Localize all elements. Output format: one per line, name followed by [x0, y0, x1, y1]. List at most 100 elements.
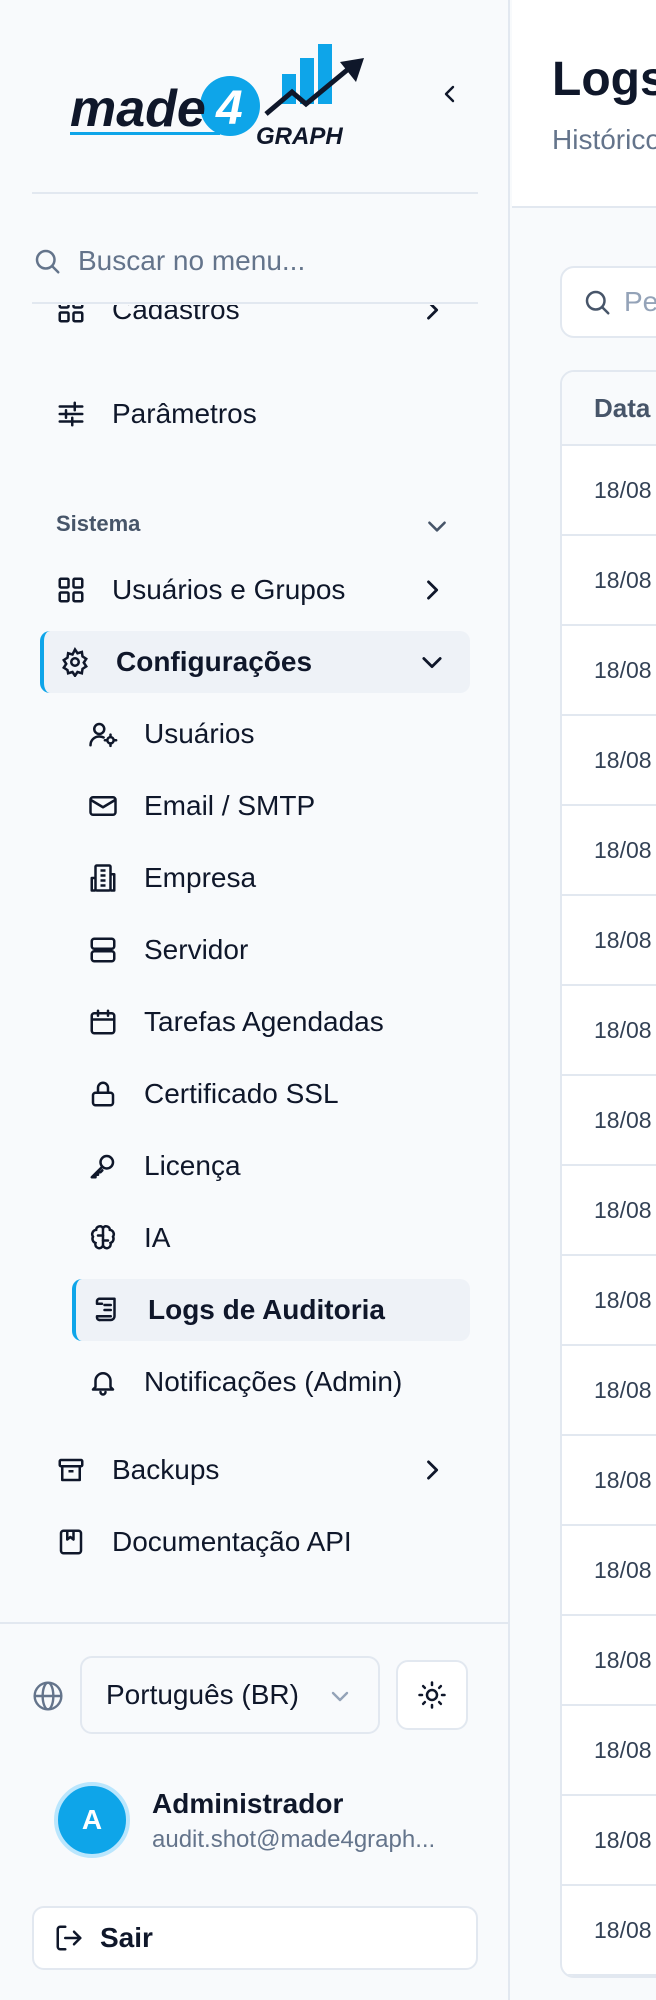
sidebar-item-label: Empresa — [144, 862, 257, 893]
grid-icon — [58, 577, 84, 603]
menu-search-input[interactable] — [78, 245, 458, 277]
archive-icon — [58, 1458, 84, 1482]
table-row[interactable]: 18/08 — [562, 1346, 656, 1436]
language-value: Português (BR) — [106, 1679, 299, 1710]
chevron-down-icon — [331, 1691, 349, 1702]
sidebar-item-label: Email / SMTP — [144, 790, 316, 821]
gear-icon — [62, 647, 88, 677]
chevron-left-icon — [444, 85, 455, 103]
table-row[interactable]: 18/08 — [562, 1076, 656, 1166]
section-label-sistema: Sistema — [56, 511, 141, 536]
sidebar-item-ia[interactable]: IA — [72, 1207, 470, 1269]
table-row[interactable]: 18/08 — [562, 1526, 656, 1616]
sidebar-item-tarefas-agendadas[interactable]: Tarefas Agendadas — [72, 991, 470, 1053]
sidebar-item-label: IA — [144, 1222, 171, 1253]
sidebar-item-label: Usuários — [144, 718, 255, 749]
book-icon — [59, 1529, 83, 1555]
sidebar-item-cadastros[interactable]: Cadastros — [40, 305, 470, 341]
sidebar-item-label: Usuários e Grupos — [112, 574, 346, 605]
sidebar-item-label: Notificações (Admin) — [144, 1366, 403, 1397]
page-header: Logs Histórico — [512, 0, 656, 208]
search-icon — [35, 249, 60, 274]
table-header-date[interactable]: Data — [562, 372, 656, 446]
key-icon — [90, 1154, 115, 1179]
table-row[interactable]: 18/08 — [562, 1706, 656, 1796]
language-select[interactable]: Português (BR) — [80, 1656, 380, 1734]
sidebar-item-label: Documentação API — [112, 1526, 352, 1557]
sidebar-item-notificacoes-admin[interactable]: Notificações (Admin) — [72, 1351, 470, 1413]
logs-search[interactable] — [560, 266, 656, 338]
logs-search-input[interactable] — [624, 286, 656, 318]
sidebar-item-certificado-ssl[interactable]: Certificado SSL — [72, 1063, 470, 1125]
user-email: audit.shot@made4graph... — [152, 1826, 436, 1853]
sidebar-nav: Cadastros Parâmetros Sistema Usuários e … — [0, 305, 510, 1620]
sliders-icon — [58, 401, 84, 427]
divider — [32, 302, 478, 304]
table-row[interactable]: 18/08 — [562, 1796, 656, 1886]
chevron-down-icon — [422, 657, 442, 669]
sidebar: 4 made GRAPH Cadastros Parâmetros Sistem… — [0, 0, 510, 2000]
sidebar-item-servidor[interactable]: Servidor — [72, 919, 470, 981]
divider — [0, 1622, 510, 1624]
menu-search[interactable] — [32, 236, 478, 286]
server-icon — [90, 937, 116, 963]
divider — [32, 192, 478, 194]
sidebar-item-documentacao-api[interactable]: Documentação API — [40, 1511, 470, 1573]
sidebar-item-label: Cadastros — [112, 305, 240, 325]
search-icon — [585, 290, 610, 315]
sidebar-item-label: Licença — [144, 1150, 241, 1181]
sidebar-item-parametros[interactable]: Parâmetros — [40, 383, 470, 445]
table-row[interactable]: 18/08 — [562, 446, 656, 536]
table-row[interactable]: 18/08 — [562, 896, 656, 986]
table-row[interactable]: 18/08 — [562, 1166, 656, 1256]
chevron-right-icon — [427, 580, 439, 600]
mail-icon — [89, 796, 117, 816]
chevron-right-icon — [427, 1460, 439, 1480]
svg-text:GRAPH: GRAPH — [256, 123, 343, 150]
sidebar-item-label: Tarefas Agendadas — [144, 1006, 384, 1037]
bell-icon — [91, 1372, 115, 1396]
page-subtitle: Histórico — [552, 124, 656, 155]
sidebar-item-label: Logs de Auditoria — [148, 1294, 385, 1325]
sidebar-item-label: Parâmetros — [112, 398, 257, 429]
sidebar-item-usuarios[interactable]: Usuários — [72, 703, 470, 765]
brain-icon — [90, 1225, 116, 1250]
sidebar-item-usuarios-grupos[interactable]: Usuários e Grupos — [40, 559, 470, 621]
table-row[interactable]: 18/08 — [562, 1256, 656, 1346]
sidebar-item-logs-auditoria[interactable]: Logs de Auditoria — [72, 1279, 470, 1341]
table-row[interactable]: 18/08 — [562, 626, 656, 716]
logout-label: Sair — [100, 1922, 153, 1953]
sidebar-item-label: Certificado SSL — [144, 1078, 339, 1109]
avatar[interactable]: A — [54, 1782, 130, 1858]
table-row[interactable]: 18/08 — [562, 1436, 656, 1526]
globe-icon — [33, 1681, 63, 1711]
calendar-icon — [90, 1009, 116, 1035]
table-row[interactable]: 18/08 — [562, 806, 656, 896]
grid-icon — [58, 305, 84, 323]
user-cog-icon — [89, 722, 118, 748]
sidebar-item-licenca[interactable]: Licença — [72, 1135, 470, 1197]
building-icon — [90, 864, 116, 892]
chevron-right-icon — [427, 305, 439, 320]
collapse-sidebar-button[interactable] — [436, 80, 464, 108]
table-row[interactable]: 18/08 — [562, 1886, 656, 1976]
sidebar-item-empresa[interactable]: Empresa — [72, 847, 470, 909]
theme-toggle-button[interactable] — [396, 1660, 468, 1730]
logout-button[interactable]: Sair — [32, 1906, 478, 1970]
logs-table: Data 18/08 18/08 18/08 18/08 18/08 18/08… — [560, 370, 656, 1978]
sun-icon — [418, 1681, 446, 1709]
chevron-down-icon[interactable] — [424, 513, 450, 539]
table-row[interactable]: 18/08 — [562, 716, 656, 806]
table-row[interactable]: 18/08 — [562, 536, 656, 626]
sidebar-item-email-smtp[interactable]: Email / SMTP — [72, 775, 470, 837]
main-content: Data 18/08 18/08 18/08 18/08 18/08 18/08… — [512, 210, 656, 2000]
made4graph-logo: 4 made GRAPH — [70, 44, 364, 150]
sidebar-item-configuracoes[interactable]: Configurações — [40, 631, 470, 693]
svg-text:made: made — [70, 80, 206, 138]
table-row[interactable]: 18/08 — [562, 1616, 656, 1706]
sidebar-item-label: Backups — [112, 1454, 220, 1485]
table-row[interactable]: 18/08 — [562, 986, 656, 1076]
sidebar-item-backups[interactable]: Backups — [40, 1439, 470, 1501]
logout-icon — [56, 1925, 82, 1951]
logo-area: 4 made GRAPH — [0, 0, 510, 193]
